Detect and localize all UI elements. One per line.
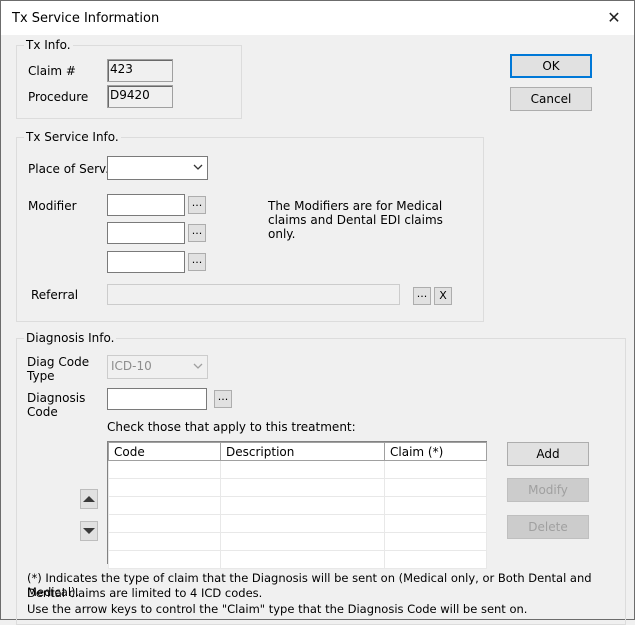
procedure-field: D9420 xyxy=(107,85,173,108)
tx-info-group-label: Tx Info. xyxy=(24,38,73,52)
modify-button: Modify xyxy=(507,478,589,502)
table-cell xyxy=(108,550,221,569)
dialog-window: Tx Service Information ✕ Tx Info. Claim … xyxy=(0,0,635,625)
table-header-row: Code Description Claim (*) xyxy=(108,442,487,461)
move-down-button[interactable] xyxy=(80,521,98,541)
table-row xyxy=(108,496,487,515)
arrow-up-icon xyxy=(81,496,97,511)
table-cell xyxy=(220,478,385,497)
tx-service-info-group-label: Tx Service Info. xyxy=(24,130,121,144)
diagnosis-code-input[interactable] xyxy=(107,388,207,410)
window-title: Tx Service Information xyxy=(12,11,160,26)
modifier-1-browse-button[interactable]: ... xyxy=(188,196,206,214)
diagnosis-table-grid: Code Description Claim (*) xyxy=(108,442,487,569)
table-cell xyxy=(384,514,487,533)
column-header-claim[interactable]: Claim (*) xyxy=(384,442,487,461)
table-row xyxy=(108,514,487,533)
cancel-button[interactable]: Cancel xyxy=(510,87,592,111)
table-cell xyxy=(384,550,487,569)
table-cell xyxy=(384,478,487,497)
ok-button[interactable]: OK xyxy=(510,54,592,78)
diagnosis-info-group-label: Diagnosis Info. xyxy=(24,331,117,345)
table-cell xyxy=(384,496,487,515)
modifier-2-browse-button[interactable]: ... xyxy=(188,224,206,242)
add-button[interactable]: Add xyxy=(507,442,589,466)
diag-code-type-select: ICD-10 xyxy=(107,355,208,379)
close-icon[interactable]: ✕ xyxy=(594,1,634,35)
diag-code-type-label: Diag Code Type xyxy=(27,355,90,383)
modifier-input-1[interactable] xyxy=(107,194,185,216)
table-row xyxy=(108,550,487,569)
table-cell xyxy=(384,460,487,479)
table-row xyxy=(108,460,487,479)
footnote-arrow-keys: Use the arrow keys to control the "Claim… xyxy=(27,602,528,616)
column-header-description[interactable]: Description xyxy=(220,442,385,461)
arrow-down-icon xyxy=(81,528,97,543)
modifier-note: The Modifiers are for Medical claims and… xyxy=(268,199,443,241)
check-instruction: Check those that apply to this treatment… xyxy=(107,420,356,434)
table-cell xyxy=(220,514,385,533)
table-cell xyxy=(108,460,221,479)
diagnosis-table[interactable]: Code Description Claim (*) xyxy=(107,441,487,569)
table-cell xyxy=(108,532,221,551)
modifier-input-3[interactable] xyxy=(107,251,185,273)
diagnosis-code-label: Diagnosis Code xyxy=(27,391,86,419)
referral-browse-button[interactable]: ... xyxy=(413,287,431,305)
table-cell xyxy=(220,496,385,515)
table-row xyxy=(108,532,487,551)
chevron-down-icon xyxy=(192,161,204,176)
place-of-service-select[interactable] xyxy=(107,156,208,180)
modifier-3-browse-button[interactable]: ... xyxy=(188,253,206,271)
claim-label: Claim # xyxy=(28,64,76,78)
table-cell xyxy=(220,460,385,479)
table-cell xyxy=(108,478,221,497)
diag-code-type-value: ICD-10 xyxy=(111,359,152,373)
chevron-down-icon xyxy=(192,360,204,375)
table-cell xyxy=(220,550,385,569)
table-cell xyxy=(220,532,385,551)
modifier-label: Modifier xyxy=(28,199,77,213)
table-cell xyxy=(108,514,221,533)
move-up-button[interactable] xyxy=(80,489,98,509)
table-cell xyxy=(384,532,487,551)
referral-label: Referral xyxy=(31,288,79,302)
place-of-service-label: Place of Serv. xyxy=(28,162,110,176)
title-bar: Tx Service Information ✕ xyxy=(1,1,634,35)
referral-clear-button[interactable]: X xyxy=(434,287,452,305)
diagnosis-code-browse-button[interactable]: ... xyxy=(214,390,232,408)
column-header-code[interactable]: Code xyxy=(108,442,221,461)
referral-field xyxy=(107,284,400,305)
modifier-input-2[interactable] xyxy=(107,222,185,244)
footnote-icd-limit: Dental claims are limited to 4 ICD codes… xyxy=(27,586,263,600)
delete-button: Delete xyxy=(507,515,589,539)
table-cell xyxy=(108,496,221,515)
claim-field: 423 xyxy=(107,59,173,82)
table-row xyxy=(108,478,487,497)
procedure-label: Procedure xyxy=(28,90,89,104)
